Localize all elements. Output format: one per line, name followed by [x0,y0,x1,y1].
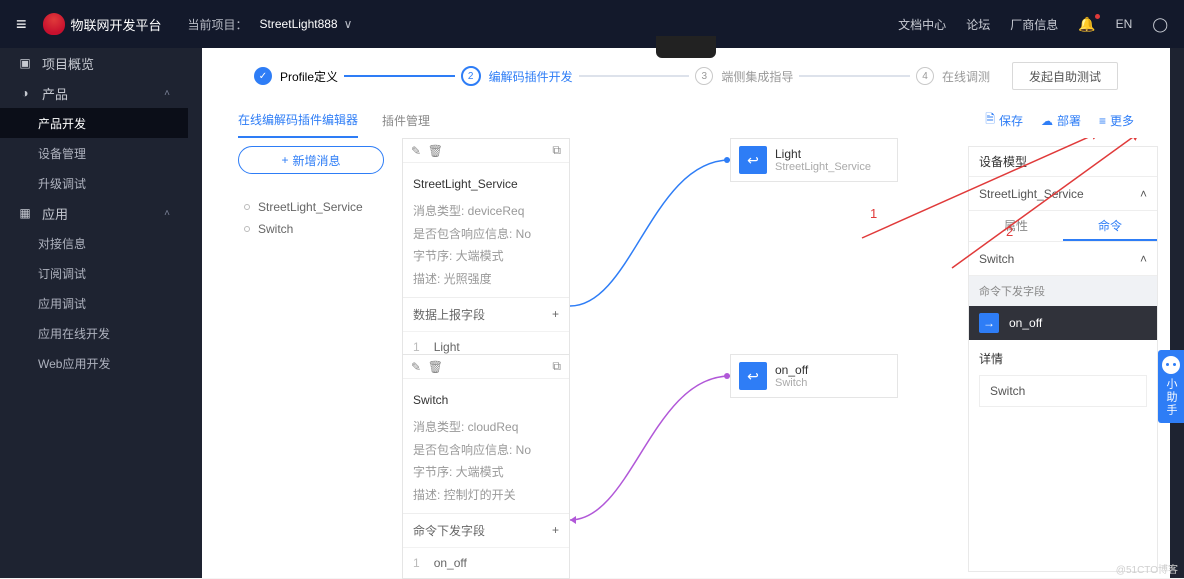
field-row[interactable]: 1on_off [403,547,569,578]
platform-title: 物联网开发平台 [71,15,162,34]
chevron-up-icon: ˄ [1140,252,1147,266]
bell-icon[interactable]: 🔔 [1078,16,1095,33]
nav-forum[interactable]: 论坛 [966,16,990,33]
product-icon: ◑ [18,86,32,100]
tab-plugin-mgmt[interactable]: 插件管理 [382,104,430,138]
message-card-streetlight: ✎ 🗑 ⧉ StreetLight_Service 消息类型: deviceRe… [402,138,570,363]
tab-commands[interactable]: 命令 [1063,211,1157,241]
message-card-switch: ✎ 🗑 ⧉ Switch 消息类型: cloudReq 是否包含响应信息: No… [402,354,570,579]
detail-heading: 详情 [979,350,1147,367]
edit-icon[interactable]: ✎ [411,144,421,158]
arrow-right-icon: → [979,313,999,333]
add-message-button[interactable]: +新增消息 [238,146,384,174]
bullet-icon [244,204,250,210]
sidebar-item-product[interactable]: ◑产品˄ [0,78,188,108]
chevron-down-icon: ∨ [344,17,353,31]
delete-icon[interactable]: 🗑 [428,360,443,374]
more-icon: ≡ [1099,114,1106,128]
section-label: 命令下发字段 [413,522,485,539]
sidebar-item-sub-debug[interactable]: 订阅调试 [0,258,188,288]
assistant-face-icon [1162,356,1180,374]
chevron-up-icon: ˄ [164,208,170,219]
step-profile[interactable]: ✓Profile定义 [254,67,338,85]
app-icon: ▦ [18,206,32,220]
copy-icon[interactable]: ⧉ [552,143,561,158]
accordion-switch[interactable]: Switch˄ [969,242,1157,276]
arrow-left-icon: ↩ [739,362,767,390]
annotation-1: 1 [870,206,877,221]
service-card-light[interactable]: ↩ LightStreetLight_Service [730,138,898,182]
user-icon[interactable]: ◯ [1152,16,1168,33]
project-selector[interactable]: 当前项目： StreetLight888 ∨ [188,16,353,33]
delete-icon[interactable]: 🗑 [428,144,443,158]
deploy-icon: ☁ [1041,114,1053,128]
detail-value: Switch [979,375,1147,407]
sidebar-item-product-dev[interactable]: 产品开发 [0,108,188,138]
card-title: StreetLight_Service [413,173,559,196]
save-button[interactable]: 🗎保存 [985,110,1023,131]
hamburger-icon[interactable]: ≡ [16,14,27,35]
project-name: StreetLight888 [260,17,338,31]
sidebar-item-app-online-dev[interactable]: 应用在线开发 [0,318,188,348]
step-online-test[interactable]: 4在线调测 [916,67,990,85]
sidebar-item-docking[interactable]: 对接信息 [0,228,188,258]
tree-node-switch[interactable]: Switch [238,218,384,240]
sidebar-item-app[interactable]: ▦应用˄ [0,198,188,228]
chevron-up-icon: ˄ [1140,187,1147,201]
accordion-streetlight[interactable]: StreetLight_Service˄ [969,177,1157,211]
tree-node-streetlight[interactable]: StreetLight_Service [238,196,384,218]
service-card-onoff[interactable]: ↩ on_offSwitch [730,354,898,398]
bullet-icon [244,226,250,232]
assistant-button[interactable]: 小助手 [1158,350,1184,423]
save-icon: 🗎 [985,110,995,131]
more-button[interactable]: ≡更多 [1099,112,1134,129]
overview-icon: ▣ [18,56,32,70]
plus-icon[interactable]: + [552,523,559,537]
check-icon: ✓ [254,67,272,85]
huawei-logo-icon [43,13,65,35]
project-label: 当前项目： [188,16,248,33]
chevron-up-icon: ˄ [164,88,170,99]
tab-attributes[interactable]: 属性 [969,211,1063,241]
plus-icon[interactable]: + [552,307,559,321]
lang-switch[interactable]: EN [1116,17,1133,31]
self-test-button[interactable]: 发起自助测试 [1012,62,1118,90]
deploy-button[interactable]: ☁部署 [1041,112,1081,129]
command-field-onoff[interactable]: →on_off [969,306,1157,340]
plus-icon: + [281,153,288,167]
section-label: 数据上报字段 [413,306,485,323]
nav-docs[interactable]: 文档中心 [898,16,946,33]
section-label: 命令下发字段 [969,276,1157,306]
copy-icon[interactable]: ⧉ [552,359,561,374]
step-codec[interactable]: 2编解码插件开发 [461,66,573,86]
panel-title: 设备模型 [969,147,1157,177]
brand-logo: 物联网开发平台 [43,13,162,35]
sidebar-item-upgrade-debug[interactable]: 升级调试 [0,168,188,198]
sidebar-item-web-app-dev[interactable]: Web应用开发 [0,348,188,378]
tab-codec-editor[interactable]: 在线编解码插件编辑器 [238,104,358,138]
nav-vendor[interactable]: 厂商信息 [1010,16,1058,33]
sidebar-item-overview[interactable]: ▣项目概览 [0,48,188,78]
edit-icon[interactable]: ✎ [411,360,421,374]
sidebar-item-app-debug[interactable]: 应用调试 [0,288,188,318]
device-model-panel: 设备模型 StreetLight_Service˄ 属性 命令 Switch˄ … [968,146,1158,572]
step-integration[interactable]: 3端侧集成指导 [695,67,793,85]
arrow-left-icon: ↩ [739,146,767,174]
card-title: Switch [413,389,559,412]
sidebar-item-device-mgmt[interactable]: 设备管理 [0,138,188,168]
